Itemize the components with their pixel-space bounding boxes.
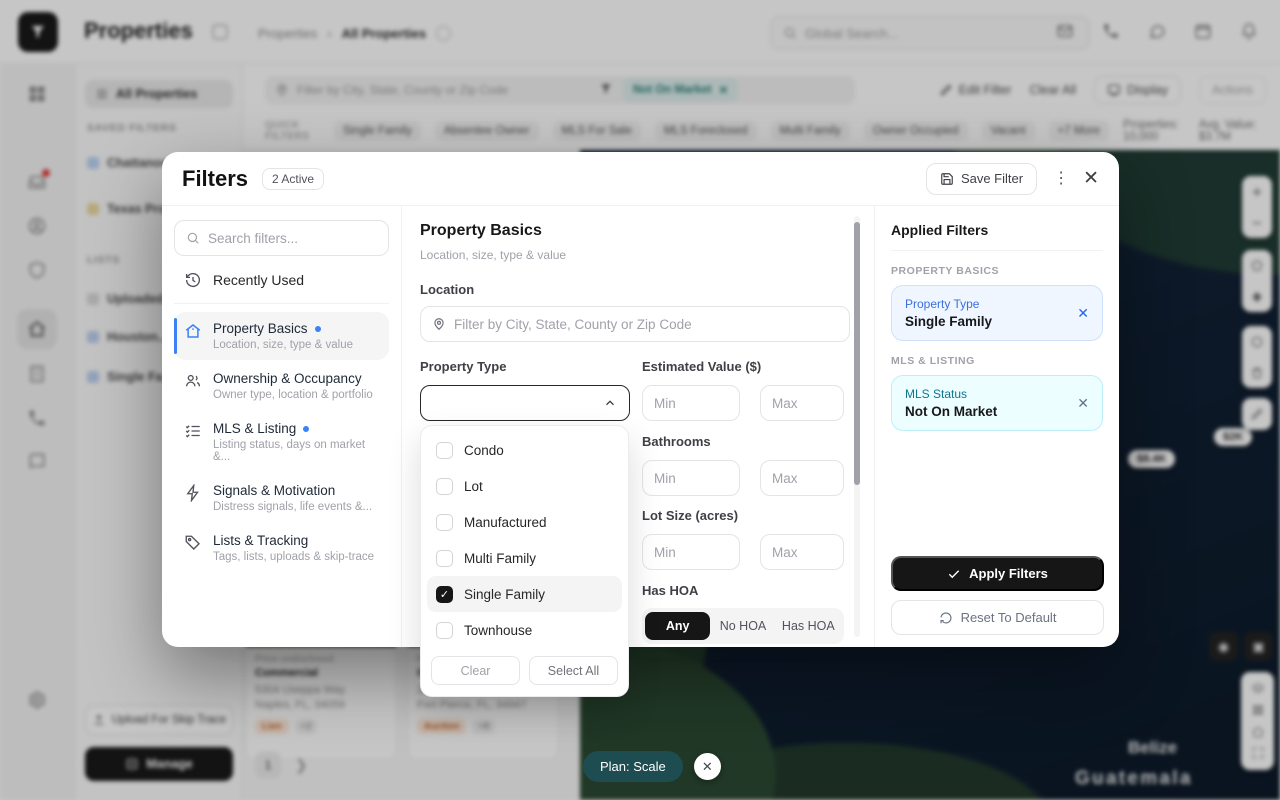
applied-filter-card: MLS Status Not On Market ✕	[891, 375, 1103, 431]
lot-size-label: Lot Size (acres)	[642, 508, 738, 523]
section-subheading: Location, size, type & value	[420, 248, 566, 262]
tag-icon	[184, 533, 202, 563]
has-hoa-label: Has HOA	[642, 583, 698, 598]
recently-used-item[interactable]: Recently Used	[174, 256, 389, 304]
applied-filters-title: Applied Filters	[891, 222, 1103, 251]
nav-item-mls-listing[interactable]: MLS & Listing Listing status, days on ma…	[174, 412, 389, 472]
filters-modal: Filters 2 Active Save Filter ⋮ ✕ Search …	[162, 152, 1119, 647]
applied-filter-value: Not On Market	[905, 404, 997, 419]
lot-size-max-input[interactable]: Max	[760, 534, 844, 570]
more-options-button[interactable]: ⋮	[1053, 176, 1067, 181]
checkbox-unchecked[interactable]	[436, 442, 453, 459]
nav-item-lists-tracking[interactable]: Lists & Tracking Tags, lists, uploads & …	[174, 524, 389, 572]
remove-filter-icon[interactable]: ✕	[1077, 305, 1089, 322]
option-manufactured[interactable]: Manufactured	[427, 504, 622, 540]
reset-to-default-button[interactable]: Reset To Default	[891, 600, 1104, 635]
active-filter-dot	[303, 426, 309, 432]
hoa-option-has[interactable]: Has HOA	[776, 612, 841, 640]
modal-header: Filters 2 Active Save Filter ⋮ ✕	[162, 152, 1119, 206]
search-icon	[186, 231, 200, 245]
option-single-family[interactable]: ✓Single Family	[427, 576, 622, 612]
checkbox-unchecked[interactable]	[436, 478, 453, 495]
applied-filters-panel: Applied Filters PROPERTY BASICS Property…	[874, 206, 1119, 647]
check-icon	[947, 567, 961, 581]
bathrooms-min-input[interactable]: Min	[642, 460, 740, 496]
users-icon	[184, 371, 202, 401]
property-type-dropdown: Condo Lot Manufactured Multi Family ✓Sin…	[420, 425, 629, 697]
property-type-select[interactable]	[420, 385, 630, 421]
option-townhouse[interactable]: Townhouse	[427, 612, 622, 648]
property-type-label: Property Type	[420, 359, 506, 374]
active-count-badge: 2 Active	[262, 168, 324, 190]
select-all-button[interactable]: Select All	[529, 656, 618, 685]
filter-search-placeholder: Search filters...	[208, 231, 298, 246]
checkbox-checked[interactable]: ✓	[436, 586, 453, 603]
option-condo[interactable]: Condo	[427, 432, 622, 468]
location-label: Location	[420, 282, 474, 297]
estimated-value-max-input[interactable]: Max	[760, 385, 844, 421]
filter-search-input[interactable]: Search filters...	[174, 220, 389, 256]
lot-size-min-input[interactable]: Min	[642, 534, 740, 570]
hoa-option-no[interactable]: No HOA	[710, 612, 775, 640]
toast-close-button[interactable]: ✕	[694, 753, 721, 780]
active-filter-dot	[315, 326, 321, 332]
applied-group-heading: MLS & LISTING	[891, 355, 1103, 367]
estimated-value-label: Estimated Value ($)	[642, 359, 761, 374]
apply-filters-button[interactable]: Apply Filters	[891, 556, 1104, 591]
nav-item-ownership[interactable]: Ownership & Occupancy Owner type, locati…	[174, 362, 389, 410]
clear-button[interactable]: Clear	[431, 656, 520, 685]
reset-icon	[939, 611, 953, 625]
content-scrollbar-thumb[interactable]	[854, 222, 860, 485]
checkbox-unchecked[interactable]	[436, 550, 453, 567]
remove-filter-icon[interactable]: ✕	[1077, 395, 1089, 412]
option-multi-family[interactable]: Multi Family	[427, 540, 622, 576]
applied-filter-name: Property Type	[905, 297, 992, 311]
hoa-segmented-control: Any No HOA Has HOA	[642, 608, 844, 644]
save-filter-button[interactable]: Save Filter	[926, 163, 1037, 195]
applied-filter-value: Single Family	[905, 314, 992, 329]
chevron-up-icon	[603, 396, 617, 410]
checkbox-unchecked[interactable]	[436, 622, 453, 639]
applied-filter-name: MLS Status	[905, 387, 997, 401]
filter-categories-nav: Search filters... Recently Used Property…	[162, 206, 402, 647]
screen: Properties Properties › All Properties G…	[0, 0, 1280, 800]
hoa-option-any[interactable]: Any	[645, 612, 710, 640]
option-lot[interactable]: Lot	[427, 468, 622, 504]
history-icon	[184, 271, 202, 289]
modal-close-button[interactable]: ✕	[1083, 167, 1099, 190]
checklist-icon	[184, 421, 202, 463]
checkbox-unchecked[interactable]	[436, 514, 453, 531]
location-input[interactable]: Filter by City, State, County or Zip Cod…	[420, 306, 850, 342]
plan-toast: Plan: Scale ✕	[583, 751, 721, 782]
bathrooms-label: Bathrooms	[642, 434, 711, 449]
home-icon	[184, 321, 202, 351]
lightning-icon	[184, 483, 202, 513]
modal-title: Filters	[182, 166, 248, 192]
save-icon	[940, 172, 954, 186]
estimated-value-min-input[interactable]: Min	[642, 385, 740, 421]
applied-filter-card: Property Type Single Family ✕	[891, 285, 1103, 341]
section-heading: Property Basics	[420, 222, 542, 240]
applied-group-heading: PROPERTY BASICS	[891, 265, 1103, 277]
nav-item-signals[interactable]: Signals & Motivation Distress signals, l…	[174, 474, 389, 522]
pin-icon	[432, 317, 446, 331]
location-placeholder: Filter by City, State, County or Zip Cod…	[454, 317, 692, 332]
bathrooms-max-input[interactable]: Max	[760, 460, 844, 496]
nav-item-property-basics[interactable]: Property Basics Location, size, type & v…	[174, 312, 389, 360]
plan-badge[interactable]: Plan: Scale	[583, 751, 683, 782]
